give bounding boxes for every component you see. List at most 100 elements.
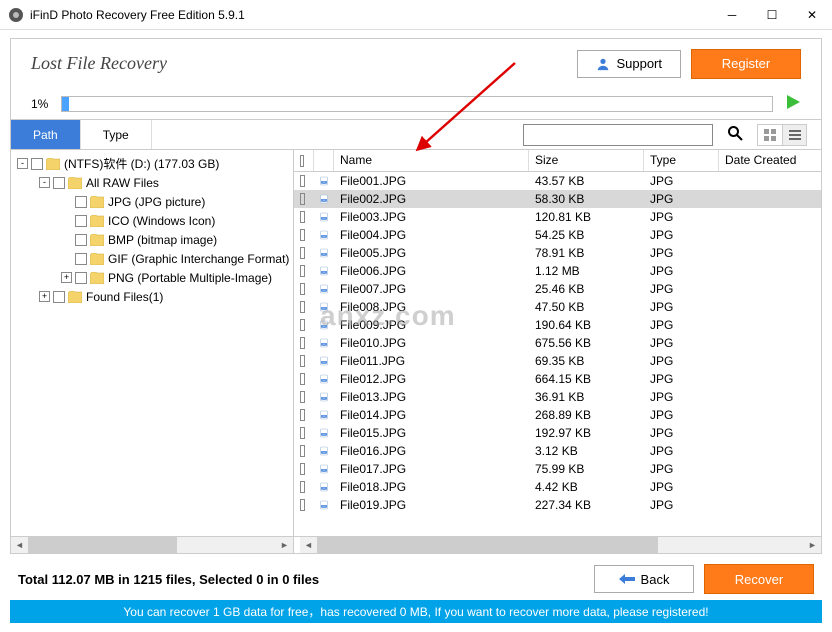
recover-button[interactable]: Recover — [704, 564, 814, 594]
tree-checkbox[interactable] — [75, 253, 87, 265]
progress-percent: 1% — [31, 97, 61, 111]
tree-checkbox[interactable] — [75, 215, 87, 227]
row-checkbox[interactable] — [300, 247, 305, 259]
tree-item[interactable]: JPG (JPG picture) — [11, 192, 293, 211]
back-button[interactable]: Back — [594, 565, 694, 593]
row-checkbox[interactable] — [300, 391, 305, 403]
play-button[interactable] — [785, 94, 801, 113]
tree-checkbox[interactable] — [53, 291, 65, 303]
file-name: File012.JPG — [334, 372, 529, 386]
file-row[interactable]: JPGFile004.JPG54.25 KBJPG — [294, 226, 821, 244]
view-list-button[interactable] — [782, 125, 806, 145]
col-checkbox[interactable] — [294, 150, 314, 171]
row-checkbox[interactable] — [300, 337, 305, 349]
row-checkbox[interactable] — [300, 481, 305, 493]
col-name[interactable]: Name — [334, 150, 529, 171]
file-row[interactable]: JPGFile007.JPG25.46 KBJPG — [294, 280, 821, 298]
tree-checkbox[interactable] — [75, 272, 87, 284]
tree-label: GIF (Graphic Interchange Format) — [108, 252, 289, 266]
tree-item[interactable]: -(NTFS)软件 (D:) (177.03 GB) — [11, 154, 293, 173]
tree-checkbox[interactable] — [31, 158, 43, 170]
tree-item[interactable]: +Found Files(1) — [11, 287, 293, 306]
row-checkbox[interactable] — [300, 193, 305, 205]
file-type: JPG — [644, 174, 719, 188]
row-checkbox[interactable] — [300, 265, 305, 277]
col-size[interactable]: Size — [529, 150, 644, 171]
scroll-right-icon[interactable]: ► — [276, 537, 293, 553]
row-checkbox[interactable] — [300, 463, 305, 475]
register-button[interactable]: Register — [691, 49, 801, 79]
file-icon: JPG — [314, 336, 334, 350]
file-row[interactable]: JPGFile017.JPG75.99 KBJPG — [294, 460, 821, 478]
row-checkbox[interactable] — [300, 499, 305, 511]
file-row[interactable]: JPGFile013.JPG36.91 KBJPG — [294, 388, 821, 406]
file-row[interactable]: JPGFile019.JPG227.34 KBJPG — [294, 496, 821, 514]
file-row[interactable]: JPGFile010.JPG675.56 KBJPG — [294, 334, 821, 352]
search-button[interactable] — [727, 125, 743, 144]
tree-item[interactable]: BMP (bitmap image) — [11, 230, 293, 249]
col-type[interactable]: Type — [644, 150, 719, 171]
row-checkbox[interactable] — [300, 373, 305, 385]
tree-toggle[interactable]: - — [39, 177, 50, 188]
minimize-button[interactable]: ─ — [712, 0, 752, 30]
row-checkbox[interactable] — [300, 427, 305, 439]
svg-text:JPG: JPG — [322, 470, 327, 472]
col-date[interactable]: Date Created — [719, 150, 821, 171]
scroll-right-icon[interactable]: ► — [804, 537, 821, 553]
svg-text:JPG: JPG — [322, 488, 327, 490]
file-list[interactable]: Name Size Type Date Created D JPGFile001… — [294, 150, 821, 536]
tree-item[interactable]: GIF (Graphic Interchange Format) — [11, 249, 293, 268]
main-panel: -(NTFS)软件 (D:) (177.03 GB)-All RAW Files… — [10, 149, 822, 537]
file-name: File017.JPG — [334, 462, 529, 476]
svg-text:JPG: JPG — [322, 416, 327, 418]
support-button[interactable]: Support — [577, 50, 681, 78]
tree-item[interactable]: +PNG (Portable Multiple-Image) — [11, 268, 293, 287]
file-row[interactable]: JPGFile011.JPG69.35 KBJPG — [294, 352, 821, 370]
row-checkbox[interactable] — [300, 409, 305, 421]
file-row[interactable]: JPGFile015.JPG192.97 KBJPG — [294, 424, 821, 442]
close-button[interactable]: ✕ — [792, 0, 832, 30]
hscroll[interactable]: ◄ ► ◄ ► — [10, 537, 822, 554]
scroll-left-icon[interactable]: ◄ — [300, 537, 317, 553]
file-row[interactable]: JPGFile018.JPG4.42 KBJPG — [294, 478, 821, 496]
maximize-button[interactable]: ☐ — [752, 0, 792, 30]
row-checkbox[interactable] — [300, 283, 305, 295]
tab-type[interactable]: Type — [81, 120, 152, 149]
file-row[interactable]: JPGFile014.JPG268.89 KBJPG — [294, 406, 821, 424]
tree-checkbox[interactable] — [75, 196, 87, 208]
tree-checkbox[interactable] — [75, 234, 87, 246]
svg-text:JPG: JPG — [322, 236, 327, 238]
row-checkbox[interactable] — [300, 355, 305, 367]
file-row[interactable]: JPGFile002.JPG58.30 KBJPG — [294, 190, 821, 208]
file-name: File005.JPG — [334, 246, 529, 260]
scroll-left-icon[interactable]: ◄ — [11, 537, 28, 553]
file-row[interactable]: JPGFile001.JPG43.57 KBJPG — [294, 172, 821, 190]
file-row[interactable]: JPGFile006.JPG1.12 MBJPG — [294, 262, 821, 280]
tree-item[interactable]: -All RAW Files — [11, 173, 293, 192]
row-checkbox[interactable] — [300, 445, 305, 457]
file-icon: JPG — [314, 444, 334, 458]
file-row[interactable]: JPGFile008.JPG47.50 KBJPG — [294, 298, 821, 316]
tree-item[interactable]: ICO (Windows Icon) — [11, 211, 293, 230]
file-row[interactable]: JPGFile003.JPG120.81 KBJPG — [294, 208, 821, 226]
file-row[interactable]: JPGFile016.JPG3.12 KBJPG — [294, 442, 821, 460]
tree-toggle[interactable]: + — [61, 272, 72, 283]
row-checkbox[interactable] — [300, 211, 305, 223]
file-row[interactable]: JPGFile012.JPG664.15 KBJPG — [294, 370, 821, 388]
folder-tree[interactable]: -(NTFS)软件 (D:) (177.03 GB)-All RAW Files… — [11, 150, 294, 536]
search-input[interactable] — [523, 124, 713, 146]
view-grid-button[interactable] — [758, 125, 782, 145]
tree-toggle[interactable]: + — [39, 291, 50, 302]
row-checkbox[interactable] — [300, 229, 305, 241]
row-checkbox[interactable] — [300, 175, 305, 187]
file-row[interactable]: JPGFile009.JPG190.64 KBJPG — [294, 316, 821, 334]
tab-path[interactable]: Path — [11, 120, 81, 149]
row-checkbox[interactable] — [300, 301, 305, 313]
file-row[interactable]: JPGFile005.JPG78.91 KBJPG — [294, 244, 821, 262]
tree-toggle[interactable]: - — [17, 158, 28, 169]
file-size: 190.64 KB — [529, 318, 644, 332]
list-header: Name Size Type Date Created D — [294, 150, 821, 172]
row-checkbox[interactable] — [300, 319, 305, 331]
tree-checkbox[interactable] — [53, 177, 65, 189]
svg-text:JPG: JPG — [322, 506, 327, 508]
